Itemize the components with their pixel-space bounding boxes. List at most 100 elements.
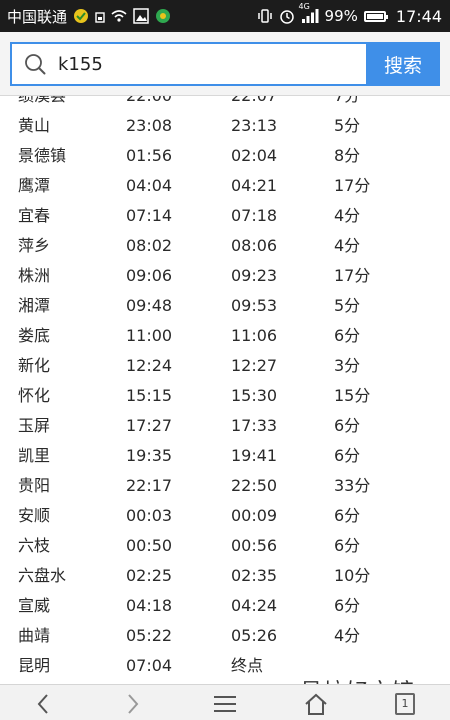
tabs-button[interactable]: 1 [390, 689, 420, 719]
clock: 17:44 [395, 6, 442, 26]
schedule-row: 六盘水 02:25 02:35 10分 [0, 561, 450, 591]
app-notification-icon [73, 8, 89, 24]
stop-duration: 6分 [334, 596, 361, 615]
search-box[interactable] [10, 42, 366, 86]
departure-time: 12:27 [231, 356, 278, 375]
back-arrow-icon [37, 694, 48, 714]
schedule-row: 景德镇 01:56 02:04 8分 [0, 141, 450, 171]
train-schedule[interactable]: 绩溪县 22:00 22:07 7分黄山 23:08 23:13 5分景德镇01:5602:… [0, 96, 450, 684]
station-name: 怀化 [18, 386, 51, 405]
stop-duration: 5分 [334, 116, 361, 135]
station-name: 娄底 [18, 326, 51, 345]
carrier-name: 中国联通 [7, 7, 68, 26]
schedule-row: 株洲 09:06 09:23 17分 [0, 261, 450, 291]
arrival-time: 22:00 [126, 96, 172, 111]
station-name: 黄山 [18, 116, 51, 135]
departure-time: 终点 [231, 656, 264, 675]
arrival-time: 04:18 [126, 596, 173, 615]
status-bar-right: 4G 99% 17:44 [257, 2, 442, 26]
back-button[interactable] [28, 689, 58, 719]
schedule-row: 萍乡 08:02 08:06 4分 [0, 231, 450, 261]
schedule-row: 玉屏 17:27 17:33 6分 [0, 411, 450, 441]
home-button[interactable] [300, 689, 332, 719]
forward-button[interactable] [118, 689, 148, 719]
departure-time: 02:35 [231, 566, 278, 585]
departure-time: 04:21 [231, 176, 278, 195]
wifi-icon [111, 9, 127, 23]
departure-time: 19:41 [231, 446, 278, 465]
forward-arrow-icon [128, 694, 139, 714]
schedule-row: 安顺 00:03 00:09 6分 [0, 501, 450, 531]
arrival-time: 17:27 [126, 416, 173, 435]
departure-time: 04:24 [231, 596, 278, 615]
arrival-time: 05:22 [126, 626, 173, 645]
departure-time: 00:09 [231, 506, 278, 525]
schedule-row: 贵阳 22:17 22:50 33分 [0, 471, 450, 501]
arrival-time: 00:50 [126, 536, 173, 555]
tabs-icon: 1 [395, 693, 415, 715]
schedule-row: 宣威 04:18 04:24 6分 [0, 591, 450, 621]
browser-bottom-nav: 1 [0, 684, 450, 720]
station-name: 曲靖 [18, 626, 51, 645]
stop-duration: 6分 [334, 326, 361, 345]
departure-time: 15:30 [231, 386, 278, 405]
departure-time: 17:33 [231, 416, 278, 435]
menu-button[interactable] [208, 689, 242, 719]
status-bar-left: 中国联通 [7, 6, 171, 27]
departure-time: 23:13 [231, 116, 278, 135]
stop-duration: 7分 [334, 96, 360, 111]
arrival-time: 02:25 [126, 566, 173, 585]
station-name: 湘潭 [18, 296, 51, 315]
departure-time: 22:50 [231, 476, 278, 495]
schedule-row: 凯里 19:35 19:41 6分 [0, 441, 450, 471]
station-name: 新化 [18, 356, 51, 375]
station-name: 萍乡 [18, 236, 51, 255]
departure-time: 09:53 [231, 296, 278, 315]
departure-time: 05:26 [231, 626, 278, 645]
battery-icon [363, 10, 388, 22]
stop-duration: 10分 [334, 566, 371, 585]
stop-duration: 3分 [334, 356, 361, 375]
departure-time: 22:07 [231, 96, 277, 111]
stop-duration: 6分 [334, 506, 361, 525]
search-header: 搜索 [0, 32, 450, 96]
arrival-time: 22:17 [126, 476, 173, 495]
arrival-time: 08:02 [126, 236, 173, 255]
stop-duration: 33分 [334, 476, 371, 495]
station-name: 鹰潭 [18, 176, 51, 195]
arrival-time: 09:06 [126, 266, 173, 285]
schedule-rows: 绩溪县 22:00 22:07 7分黄山 23:08 23:13 5分景德镇01:5602:… [0, 96, 450, 681]
schedule-row: 湘潭 09:48 09:53 5分 [0, 291, 450, 321]
network-type: 4G [298, 2, 310, 11]
station-name: 景德镇 [18, 146, 67, 165]
home-icon [305, 693, 327, 715]
station-name: 凯里 [18, 446, 51, 465]
stop-duration: 17分 [334, 176, 371, 195]
stop-duration: 4分 [334, 236, 361, 255]
departure-time: 11:06 [231, 326, 278, 345]
arrival-time: 23:08 [126, 116, 173, 135]
departure-time: 07:18 [231, 206, 278, 225]
stop-duration: 4分 [334, 626, 361, 645]
departure-time: 08:06 [231, 236, 278, 255]
schedule-row: 宜春 07:14 07:18 4分 [0, 201, 450, 231]
schedule-row: 六枝 00:50 00:56 6分 [0, 531, 450, 561]
departure-time: 09:23 [231, 266, 278, 285]
signal-icon: 4G [299, 2, 319, 24]
station-name: 绩溪县 [18, 96, 66, 111]
arrival-time: 12:24 [126, 356, 173, 375]
station-name: 贵阳 [18, 476, 51, 495]
alarm-icon [279, 8, 295, 24]
stop-duration: 6分 [334, 416, 361, 435]
app-icon [155, 8, 171, 24]
stop-duration: 4分 [334, 206, 361, 225]
image-icon [133, 8, 149, 24]
menu-icon [214, 696, 236, 712]
stop-duration: 8分 [334, 146, 361, 165]
station-name: 株洲 [18, 266, 51, 285]
vibrate-icon [257, 8, 273, 24]
departure-time: 00:56 [231, 536, 278, 555]
schedule-row: 娄底 11:00 11:06 6分 [0, 321, 450, 351]
search-input[interactable] [56, 52, 340, 76]
search-button[interactable]: 搜索 [366, 42, 440, 86]
